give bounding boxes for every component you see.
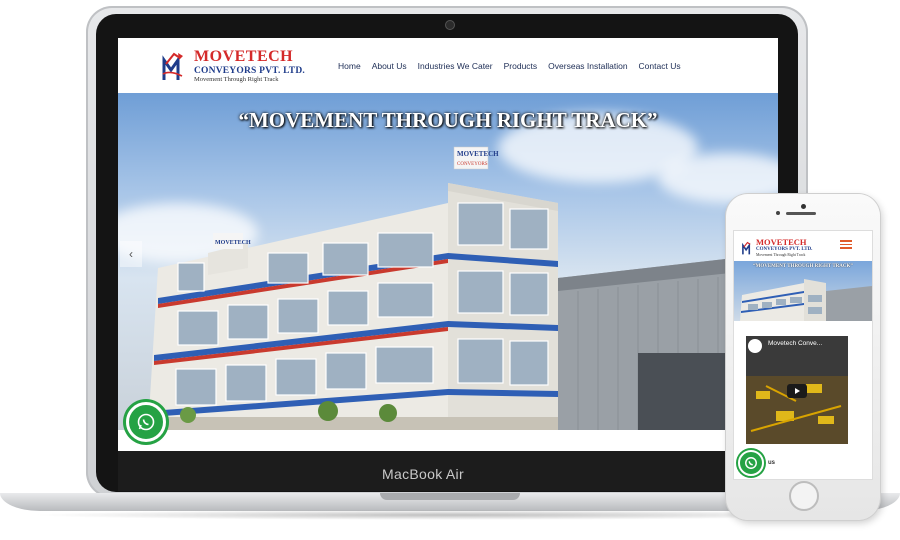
hamburger-menu-icon[interactable] — [840, 240, 852, 249]
nav-industries[interactable]: Industries We Cater — [418, 61, 493, 71]
phone-building-photo — [740, 279, 872, 321]
laptop-camera — [445, 20, 455, 30]
phone-camera — [801, 204, 806, 209]
nav-overseas-installation[interactable]: Overseas Installation — [548, 61, 627, 71]
hero-headline: “MOVEMENT THROUGH RIGHT TRACK” — [238, 108, 658, 132]
nav-products[interactable]: Products — [504, 61, 538, 71]
chevron-left-icon[interactable]: ‹ — [120, 241, 142, 267]
nav-about-us[interactable]: About Us — [372, 61, 407, 71]
brand-title[interactable]: MOVETECH — [194, 48, 293, 66]
logo-mark-icon — [162, 52, 183, 80]
building-sign-sub: CONVEYORS — [457, 162, 488, 167]
logo-mark-icon — [742, 241, 751, 255]
building-photo: MOVETECH CONVEYORS MOVETECH — [148, 146, 778, 430]
phone-screen: MOVETECH CONVEYORS PVT. LTD. Movement Th… — [734, 231, 872, 479]
phone-hero-headline: “MOVEMENT THROUGH RIGHT TRACK” — [753, 264, 853, 269]
phone-brand-tagline: Movement Through Right Track — [756, 253, 806, 257]
phone-brand-title[interactable]: MOVETECH — [756, 237, 807, 247]
device-label: MacBook Air — [382, 466, 464, 482]
video-embed[interactable]: Movetech Conve... — [746, 336, 848, 444]
laptop-screen: MOVETECH CONVEYORS PVT. LTD. Movement Th… — [118, 38, 778, 451]
main-nav: Home About Us Industries We Cater Produc… — [338, 61, 681, 71]
phone-sensor — [776, 211, 780, 215]
building-sign-brand: MOVETECH — [457, 150, 499, 158]
hero-slider: MOVETECH CONVEYORS MOVETECH “MOVEMENT TH… — [118, 93, 778, 430]
whatsapp-icon[interactable] — [738, 450, 764, 476]
nav-contact-us[interactable]: Contact Us — [639, 61, 681, 71]
video-title: Movetech Conve... — [768, 340, 823, 347]
play-icon[interactable] — [787, 384, 807, 398]
building-sign-brand-small: MOVETECH — [215, 240, 251, 246]
phone-hero: “MOVEMENT THROUGH RIGHT TRACK” — [734, 261, 872, 321]
site-header: MOVETECH CONVEYORS PVT. LTD. Movement Th… — [118, 38, 778, 93]
phone-brand-subtitle: CONVEYORS PVT. LTD. — [756, 247, 813, 252]
phone-speaker — [786, 212, 816, 215]
channel-avatar — [748, 339, 762, 353]
section-heading-fragment: us — [768, 460, 776, 466]
laptop-notch — [380, 493, 520, 500]
whatsapp-icon[interactable] — [126, 402, 166, 442]
brand-tagline: Movement Through Right Track — [194, 76, 279, 83]
brand-subtitle: CONVEYORS PVT. LTD. — [194, 66, 305, 76]
nav-home[interactable]: Home — [338, 61, 361, 71]
phone-home-button[interactable] — [789, 481, 819, 511]
content-strip — [118, 430, 778, 451]
